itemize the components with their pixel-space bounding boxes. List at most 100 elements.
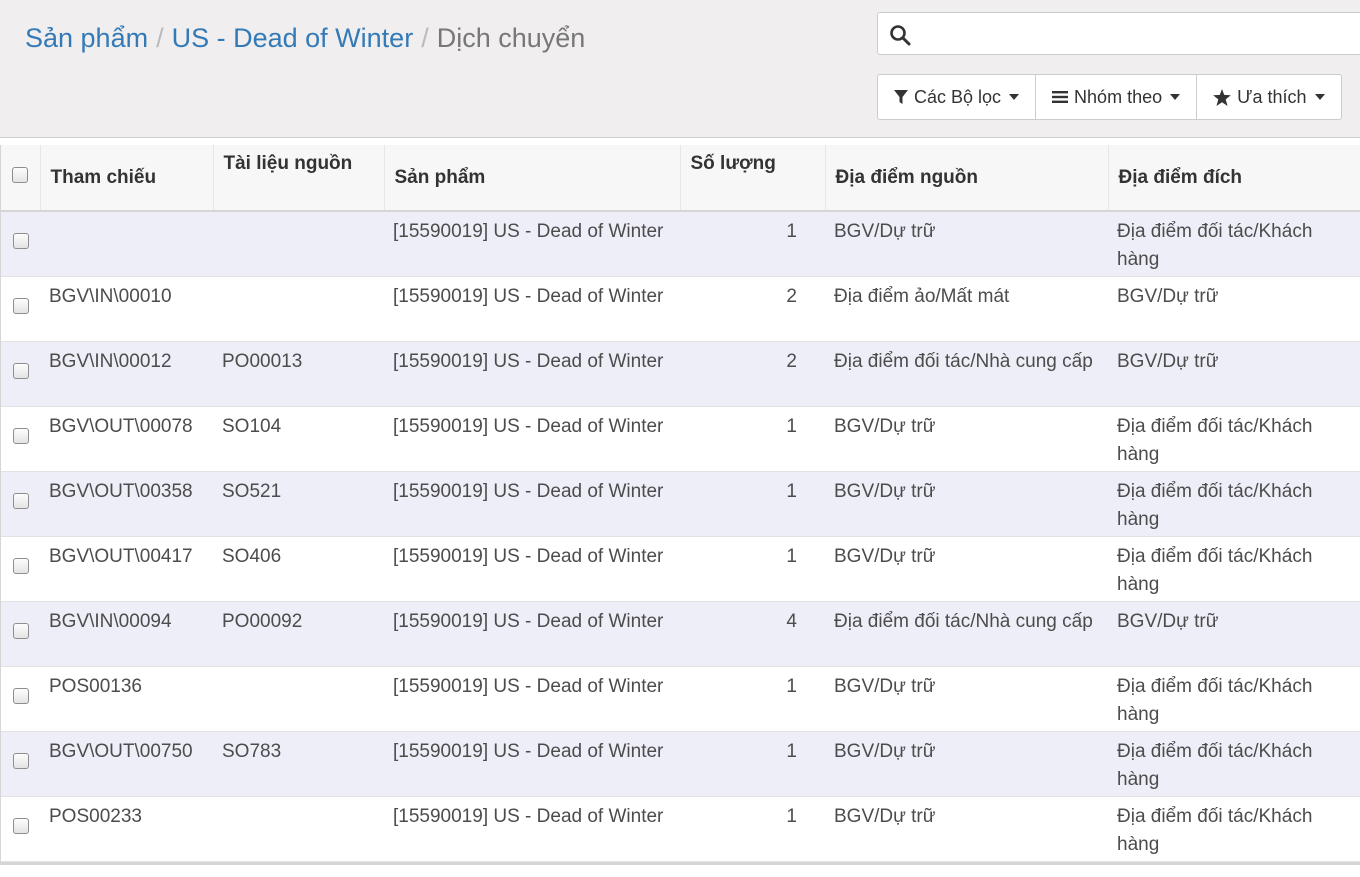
cell-product: [15590019] US - Dead of Winter	[384, 666, 680, 732]
search-box[interactable]	[877, 12, 1360, 55]
cell-destination-location: BGV/Dự trữ	[1108, 341, 1360, 407]
cell-reference: BGV\IN\00012	[40, 341, 213, 407]
cell-source-location: BGV/Dự trữ	[825, 211, 1108, 277]
group-by-button[interactable]: Nhóm theo	[1036, 75, 1198, 119]
breadcrumb-current: Dịch chuyển	[436, 23, 586, 53]
search-icon[interactable]	[888, 23, 912, 47]
moves-table: Tham chiếu Tài liệu nguồn Sản phẩm Số lư…	[1, 145, 1360, 862]
cell-reference: POS00233	[40, 796, 213, 862]
cell-product: [15590019] US - Dead of Winter	[384, 601, 680, 667]
column-header-destination-location[interactable]: Địa điểm đích	[1108, 145, 1360, 212]
row-checkbox[interactable]	[12, 492, 29, 509]
table-row[interactable]: BGV\OUT\00417 SO406 [15590019] US - Dead o…	[1, 536, 1360, 602]
table-row[interactable]: [15590019] US - Dead of Winter 1 BGV/Dự tr…	[1, 211, 1360, 277]
breadcrumb-separator: /	[156, 23, 164, 53]
table-header: Tham chiếu Tài liệu nguồn Sản phẩm Số lư…	[1, 145, 1360, 212]
cell-reference: BGV\OUT\00750	[40, 731, 213, 797]
cell-product: [15590019] US - Dead of Winter	[384, 276, 680, 342]
row-select-cell	[1, 731, 40, 797]
row-checkbox[interactable]	[12, 687, 29, 704]
cell-reference: POS00136	[40, 666, 213, 732]
cell-source-document	[213, 666, 384, 732]
cell-destination-location: Địa điểm đối tác/Khách hàng	[1108, 731, 1360, 797]
cell-source-location: BGV/Dự trữ	[825, 536, 1108, 602]
cell-source-document: PO00013	[213, 341, 384, 407]
cell-destination-location: BGV/Dự trữ	[1108, 276, 1360, 342]
row-checkbox[interactable]	[12, 232, 29, 249]
chevron-down-icon	[1170, 94, 1181, 100]
cell-source-location: BGV/Dự trữ	[825, 406, 1108, 472]
cell-source-document: PO00092	[213, 601, 384, 667]
column-header-quantity[interactable]: Số lượng	[680, 145, 826, 212]
row-checkbox[interactable]	[12, 362, 29, 379]
group-by-label: Nhóm theo	[1074, 86, 1163, 107]
cell-reference: BGV\OUT\00417	[40, 536, 213, 602]
table-row[interactable]: BGV\IN\00012 PO00013 [15590019] US - Dead …	[1, 341, 1360, 407]
cell-quantity: 4	[680, 601, 825, 667]
row-select-cell	[1, 406, 40, 472]
row-checkbox[interactable]	[12, 622, 29, 639]
column-header-source-document[interactable]: Tài liệu nguồn	[213, 145, 385, 212]
column-header-product[interactable]: Sản phẩm	[384, 145, 681, 212]
column-header-reference[interactable]: Tham chiếu	[40, 145, 214, 212]
table-row[interactable]: BGV\OUT\00750 SO783 [15590019] US - Dead o…	[1, 731, 1360, 797]
cell-reference: BGV\IN\00010	[40, 276, 213, 342]
cell-quantity: 1	[680, 731, 825, 797]
cell-reference: BGV\OUT\00358	[40, 471, 213, 537]
cell-quantity: 1	[680, 211, 825, 277]
cell-product: [15590019] US - Dead of Winter	[384, 211, 680, 277]
row-select-cell	[1, 666, 40, 732]
cell-source-location: Địa điểm đối tác/Nhà cung cấp	[825, 601, 1108, 667]
table-row[interactable]: BGV\OUT\00358 SO521 [15590019] US - Dead o…	[1, 471, 1360, 537]
row-select-cell	[1, 211, 40, 277]
column-header-source-location[interactable]: Địa điểm nguồn	[825, 145, 1109, 212]
cell-quantity: 2	[680, 341, 825, 407]
search-input[interactable]	[916, 17, 1356, 51]
table-row[interactable]: POS00233 [15590019] US - Dead of Winter 1 B…	[1, 796, 1360, 862]
table-row[interactable]: BGV\OUT\00078 SO104 [15590019] US - Dead o…	[1, 406, 1360, 472]
control-panel: Sản phẩm / US - Dead of Winter / Dịch chuyển…	[0, 0, 1360, 138]
row-checkbox[interactable]	[12, 752, 29, 769]
cell-source-document: SO406	[213, 536, 384, 602]
list-footer	[0, 862, 1360, 877]
cell-quantity: 1	[680, 666, 825, 732]
breadcrumb-item-products[interactable]: Sản phẩm	[25, 23, 148, 53]
row-select-cell	[1, 536, 40, 602]
cell-destination-location: Địa điểm đối tác/Khách hàng	[1108, 406, 1360, 472]
cell-source-location: BGV/Dự trữ	[825, 731, 1108, 797]
row-checkbox[interactable]	[12, 427, 29, 444]
cell-source-document	[213, 276, 384, 342]
cell-product: [15590019] US - Dead of Winter	[384, 471, 680, 537]
cell-quantity: 1	[680, 471, 825, 537]
cell-source-document	[213, 211, 384, 277]
filters-button[interactable]: Các Bộ lọc	[878, 75, 1037, 119]
cell-quantity: 2	[680, 276, 825, 342]
cell-source-location: Địa điểm đối tác/Nhà cung cấp	[825, 341, 1108, 407]
cell-destination-location: Địa điểm đối tác/Khách hàng	[1108, 211, 1360, 277]
table-row[interactable]: BGV\IN\00094 PO00092 [15590019] US - Dead …	[1, 601, 1360, 667]
row-checkbox[interactable]	[12, 817, 29, 834]
cell-reference: BGV\OUT\00078	[40, 406, 213, 472]
cell-source-location: BGV/Dự trữ	[825, 471, 1108, 537]
bars-icon	[1052, 91, 1069, 103]
favorites-button[interactable]: Ưa thích	[1197, 75, 1340, 119]
breadcrumb-item-product[interactable]: US - Dead of Winter	[172, 23, 414, 53]
row-select-cell	[1, 276, 40, 342]
cell-destination-location: Địa điểm đối tác/Khách hàng	[1108, 471, 1360, 537]
filters-label: Các Bộ lọc	[914, 86, 1002, 107]
table-row[interactable]: BGV\IN\00010 [15590019] US - Dead of Wint…	[1, 276, 1360, 342]
select-all-checkbox[interactable]	[12, 166, 29, 183]
row-checkbox[interactable]	[12, 297, 29, 314]
chevron-down-icon	[1009, 94, 1020, 100]
row-checkbox[interactable]	[12, 557, 29, 574]
breadcrumb-separator: /	[421, 23, 429, 53]
cell-source-document: SO521	[213, 471, 384, 537]
row-select-cell	[1, 601, 40, 667]
cell-product: [15590019] US - Dead of Winter	[384, 406, 680, 472]
row-select-cell	[1, 471, 40, 537]
search-options: Các Bộ lọc Nhóm theo Ưa thích	[877, 74, 1342, 120]
table-row[interactable]: POS00136 [15590019] US - Dead of Winter 1 B…	[1, 666, 1360, 732]
cell-product: [15590019] US - Dead of Winter	[384, 341, 680, 407]
cell-source-location: Địa điểm ảo/Mất mát	[825, 276, 1108, 342]
row-select-cell	[1, 341, 40, 407]
